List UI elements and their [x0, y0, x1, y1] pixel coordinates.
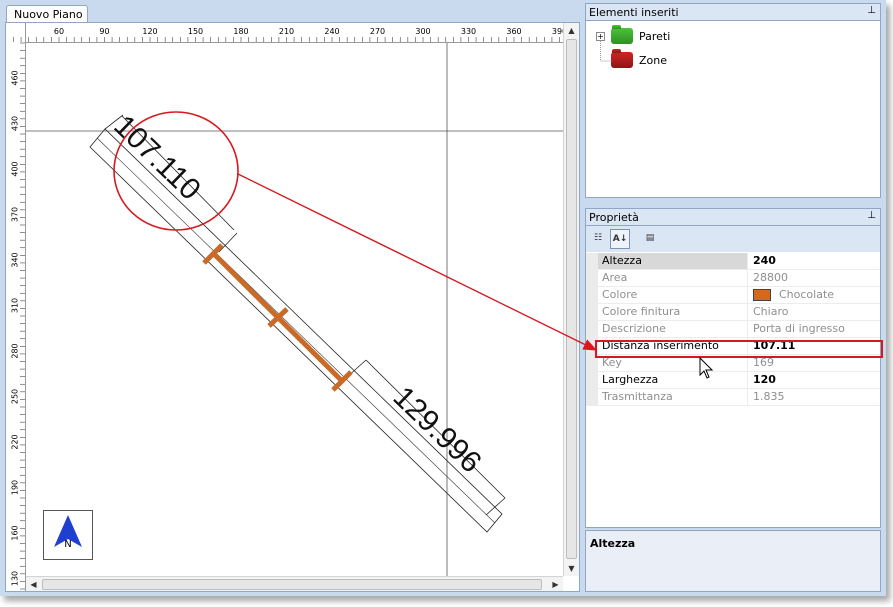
property-name: Colore [598, 287, 748, 303]
ruler-x-label: 300 [415, 27, 430, 36]
property-row-area[interactable]: Area 28800 [586, 270, 880, 287]
property-row-colore[interactable]: Colore Chocolate [586, 287, 880, 304]
ruler-y-label: 160 [11, 525, 20, 540]
document-tab[interactable]: Nuovo Piano [6, 5, 88, 23]
ruler-y-label: 190 [11, 480, 20, 495]
scroll-up-icon[interactable]: ▲ [564, 23, 579, 38]
ruler-y-label: 310 [11, 298, 20, 313]
property-value[interactable]: Chiaro [748, 304, 788, 320]
vertical-scroll-thumb[interactable] [566, 39, 577, 559]
elements-panel-header: Elementi inseriti ⊥ [585, 3, 881, 21]
property-name: Descrizione [598, 321, 748, 337]
ruler-x-label: 60 [54, 27, 64, 36]
application-window: Nuovo Piano 60 90 120 150 180 210 240 270 300 330… [0, 0, 886, 596]
ruler-x-label: 270 [370, 27, 385, 36]
tree-connector-lines [600, 41, 612, 62]
ruler-x-label: 150 [188, 27, 203, 36]
property-name: Colore finitura [598, 304, 748, 320]
ruler-x-label: 240 [324, 27, 339, 36]
floor-plan-drawing[interactable]: 60 90 120 150 180 210 240 270 300 330 360 390 46043… [6, 23, 580, 592]
ruler-y-label: 370 [11, 207, 20, 222]
scroll-down-icon[interactable]: ▼ [564, 561, 579, 576]
ruler-y-label: 400 [11, 161, 20, 176]
horizontal-scrollbar[interactable]: ◀ ▶ [26, 576, 563, 591]
property-pages-icon[interactable]: ▤ [640, 229, 660, 249]
property-value[interactable]: Porta di ingresso [748, 321, 845, 337]
property-row-larghezza[interactable]: Larghezza 120 [586, 372, 880, 389]
property-row-trasmittanza[interactable]: Trasmittanza 1.835 [586, 389, 880, 406]
property-row-altezza[interactable]: Altezza 240 [586, 253, 880, 270]
dimension-label-2: 129.996 [387, 380, 488, 479]
compass-label: N [64, 539, 71, 550]
pin-icon[interactable]: ⊥ [867, 5, 876, 16]
dimension-label-1: 107.110 [107, 109, 206, 207]
property-value[interactable]: 240 [748, 253, 776, 269]
elements-panel-title: Elementi inseriti [589, 6, 679, 19]
tree-item-label: Zone [639, 53, 668, 67]
document-tab-strip: Nuovo Piano [3, 3, 580, 23]
property-row-colore-finitura[interactable]: Colore finitura Chiaro [586, 304, 880, 321]
property-value-colore[interactable]: Chocolate [748, 287, 834, 303]
property-row-descrizione[interactable]: Descrizione Porta di ingresso [586, 321, 880, 338]
ruler-x-label: 90 [99, 27, 109, 36]
ruler-y-label: 340 [11, 252, 20, 267]
property-name: Trasmittanza [598, 389, 748, 405]
property-name: Larghezza [598, 372, 748, 388]
north-arrow-icon: N [54, 515, 82, 550]
ruler-x-label: 180 [233, 27, 248, 36]
scroll-right-icon[interactable]: ▶ [548, 577, 563, 591]
elements-tree[interactable]: + Pareti Zone [585, 21, 881, 198]
color-swatch [753, 289, 771, 301]
tree-item-label: Pareti [639, 29, 671, 43]
properties-toolbar: ☷ A↓ ▤ [585, 226, 881, 252]
ruler-y-label: 130 [11, 571, 20, 586]
alphabetical-sort-icon[interactable]: A↓ [610, 229, 630, 249]
property-name: Altezza [598, 253, 748, 269]
highlight-box [595, 340, 883, 358]
color-name: Chocolate [779, 288, 835, 301]
horizontal-scroll-thumb[interactable] [42, 579, 542, 590]
ruler-y-label: 460 [11, 70, 20, 85]
property-value[interactable]: 120 [748, 372, 776, 388]
ruler-y-label: 250 [11, 389, 20, 404]
door-element[interactable] [202, 243, 353, 392]
vertical-scrollbar[interactable]: ▲ ▼ [563, 23, 579, 576]
north-compass: N [43, 510, 93, 560]
categorized-icon[interactable]: ☷ [588, 229, 608, 249]
property-description-panel: Altezza [585, 530, 881, 592]
ruler-x-label: 330 [461, 27, 476, 36]
properties-panel-title: Proprietà [589, 211, 639, 224]
wall-centerline [96, 137, 496, 524]
ruler-y-label: 220 [11, 434, 20, 449]
properties-grid[interactable]: Altezza 240 Area 28800 Colore Chocolate … [585, 252, 881, 528]
ruler-x-label: 360 [506, 27, 521, 36]
scroll-left-icon[interactable]: ◀ [26, 577, 41, 591]
ruler-y-label: 430 [11, 116, 20, 131]
property-name: Area [598, 270, 748, 286]
ruler-x-label: 120 [142, 27, 157, 36]
floor-plan-canvas[interactable]: 60 90 120 150 180 210 240 270 300 330 360 390 460 43… [5, 22, 580, 592]
property-value[interactable]: 1.835 [748, 389, 785, 405]
property-description-title: Altezza [590, 537, 636, 550]
ruler-x-label: 210 [279, 27, 294, 36]
property-value[interactable]: 28800 [748, 270, 788, 286]
ruler-y-label: 280 [11, 343, 20, 358]
pin-icon[interactable]: ⊥ [867, 210, 876, 221]
properties-panel-header: Proprietà ⊥ [585, 208, 881, 226]
